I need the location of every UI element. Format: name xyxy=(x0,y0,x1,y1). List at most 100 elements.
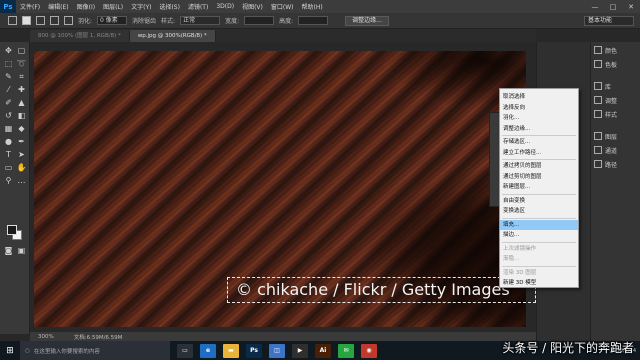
pen-tool-icon[interactable]: ✒ xyxy=(16,136,27,147)
style-select[interactable]: 正常 xyxy=(180,16,221,25)
edge-taskbar-icon[interactable]: e xyxy=(200,343,216,358)
dodge-tool-icon[interactable]: ● xyxy=(3,136,14,147)
illustrator-taskbar-icon[interactable]: Ai xyxy=(315,343,331,358)
add-selection-icon[interactable] xyxy=(36,16,45,25)
blur-tool-icon[interactable]: ◆ xyxy=(16,123,27,134)
wechat-taskbar-icon[interactable]: ✉ xyxy=(338,343,354,358)
foreground-color-swatch[interactable] xyxy=(7,225,17,235)
context-menu: 取消选择 选择反向 羽化... 调整边缘... 存储选区... 建立工作路径... 通过拷贝… xyxy=(499,88,579,288)
panel-layers[interactable]: 图层 xyxy=(594,130,640,142)
media-taskbar-icon[interactable]: ▶ xyxy=(292,343,308,358)
menu-image[interactable]: 图像(I) xyxy=(73,2,99,11)
task-view-taskbar-icon[interactable]: ▭ xyxy=(177,343,193,358)
explorer-taskbar-icon[interactable]: ▬ xyxy=(223,343,239,358)
menu-bar: Ps 文件(F) 编辑(E) 图像(I) 图层(L) 文字(Y) 选择(S) 滤… xyxy=(0,0,640,13)
panel-styles[interactable]: 样式 xyxy=(594,108,640,120)
menu-help[interactable]: 帮助(H) xyxy=(298,2,327,11)
eraser-tool-icon[interactable]: ◧ xyxy=(16,110,27,121)
menu-edit[interactable]: 编辑(E) xyxy=(44,2,72,11)
panel-label: 颜色 xyxy=(605,47,618,55)
feather-input[interactable]: 0 像素 xyxy=(97,16,128,25)
menu-separator xyxy=(502,159,576,160)
context-menu-item[interactable]: 羽化... xyxy=(500,113,578,124)
eyedropper-tool-icon[interactable]: ⁄ xyxy=(3,84,14,95)
context-menu-item[interactable]: 自由变换 xyxy=(500,196,578,207)
hand-tool-icon[interactable]: ✋ xyxy=(16,162,27,173)
context-menu-item: 渲染 3D 图层 xyxy=(503,269,537,276)
minimize-icon[interactable]: — xyxy=(586,3,604,11)
brush-tool-icon[interactable]: ✐ xyxy=(3,97,14,108)
zoom-tool-icon[interactable]: ⚲ xyxy=(3,175,14,186)
gradient-tool-icon[interactable]: ▦ xyxy=(3,123,14,134)
context-menu-item[interactable]: 取消选择 xyxy=(500,92,578,103)
more-tools-icon[interactable]: … xyxy=(16,175,27,186)
context-menu-item[interactable]: 调整边缘... xyxy=(500,124,578,135)
photoshop-taskbar-icon[interactable]: Ps xyxy=(246,343,262,358)
screen-mode-icon[interactable]: ▣ xyxy=(16,245,27,256)
tab-800[interactable]: 800 @ 100% (图层 1, RGB/8) * xyxy=(30,30,130,42)
context-menu-item[interactable]: 建立工作路径... xyxy=(500,148,578,159)
context-menu-item[interactable]: 描边... xyxy=(500,230,578,241)
subtract-selection-icon[interactable] xyxy=(50,16,59,25)
shape-tool-icon[interactable]: ▭ xyxy=(3,162,14,173)
document-size[interactable]: 文档:6.59M/6.59M xyxy=(74,333,123,341)
panel-adjustments[interactable]: 调整 xyxy=(594,94,640,106)
move-tool-icon[interactable]: ✥ xyxy=(3,45,14,56)
adjustments-panel-icon xyxy=(594,96,602,104)
intersect-selection-icon[interactable] xyxy=(64,16,73,25)
lasso-tool-icon[interactable]: ➰ xyxy=(16,58,27,69)
crop-tool-icon[interactable]: ⌗ xyxy=(16,71,27,82)
context-menu-item[interactable]: 填充... xyxy=(500,219,578,230)
panel-swatches[interactable]: 色板 xyxy=(594,58,640,70)
context-menu-item[interactable]: 新建 3D 模型 xyxy=(500,278,578,289)
workspace-select[interactable]: 基本功能 xyxy=(584,16,634,26)
context-menu-item[interactable]: 新建图层... xyxy=(500,182,578,193)
panel-libraries[interactable]: 库 xyxy=(594,80,640,92)
marquee-tool-icon[interactable]: ⬚ xyxy=(3,58,14,69)
path-select-tool-icon[interactable]: ➤ xyxy=(16,149,27,160)
new-selection-icon[interactable] xyxy=(22,16,31,25)
menu-3d[interactable]: 3D(D) xyxy=(212,3,238,10)
close-icon[interactable]: ✕ xyxy=(622,3,640,11)
search-placeholder: 在这里输入你要搜索的内容 xyxy=(33,348,100,355)
refine-edge-button[interactable]: 调整边缘... xyxy=(345,15,389,26)
panel-label: 色板 xyxy=(605,61,618,69)
height-input[interactable] xyxy=(298,16,329,25)
type-tool-icon[interactable]: T xyxy=(3,149,14,160)
windows-start-icon[interactable]: ⊞ xyxy=(0,341,20,360)
artboard-tool-icon[interactable]: ▢ xyxy=(16,45,27,56)
app-taskbar-icon[interactable]: ◉ xyxy=(361,343,377,358)
menu-filter[interactable]: 滤镜(T) xyxy=(184,2,212,11)
maximize-icon[interactable]: □ xyxy=(604,3,622,11)
menu-window[interactable]: 窗口(W) xyxy=(267,2,298,11)
context-menu-item[interactable]: 通过拷贝的图层 xyxy=(500,161,578,172)
menu-view[interactable]: 视图(V) xyxy=(238,2,267,11)
menu-layer[interactable]: 图层(L) xyxy=(99,2,127,11)
menu-select[interactable]: 选择(S) xyxy=(155,2,184,11)
panel-color[interactable]: 颜色 xyxy=(594,44,640,56)
history-brush-tool-icon[interactable]: ↺ xyxy=(3,110,14,121)
layers-panel-icon xyxy=(594,132,602,140)
menu-file[interactable]: 文件(F) xyxy=(16,2,44,11)
panel-channels[interactable]: 通道 xyxy=(594,144,640,156)
zoom-level[interactable]: 300% xyxy=(38,334,54,340)
antialias-label[interactable]: 消除锯齿 xyxy=(132,16,156,25)
context-menu-item[interactable]: 变换选区 xyxy=(500,206,578,217)
stamp-tool-icon[interactable]: ▲ xyxy=(16,97,27,108)
toolbox: ✥ ▢ ⬚ ➰ ✎ ⌗ ⁄ ✚ ✐ ▲ ↺ ◧ ▦ ◆ ● ✒ T ➤ ▭ ✋ … xyxy=(0,42,30,334)
context-menu-item[interactable]: 通过剪切的图层 xyxy=(500,172,578,183)
panel-label: 路径 xyxy=(605,161,618,169)
store-taskbar-icon[interactable]: ◫ xyxy=(269,343,285,358)
quick-mask-icon[interactable]: ◙ xyxy=(3,245,14,256)
width-input[interactable] xyxy=(244,16,275,25)
panel-paths[interactable]: 路径 xyxy=(594,158,640,170)
taskbar-search[interactable]: ○ 在这里输入你要搜索的内容 xyxy=(20,341,170,360)
context-menu-item[interactable]: 存储选区... xyxy=(500,137,578,148)
menu-separator xyxy=(502,217,576,219)
menu-type[interactable]: 文字(Y) xyxy=(127,2,155,11)
context-menu-item[interactable]: 选择反向 xyxy=(500,103,578,114)
marquee-tool-icon[interactable] xyxy=(8,16,17,25)
quick-select-tool-icon[interactable]: ✎ xyxy=(3,71,14,82)
tab-wp-jpg[interactable]: wp.jpg @ 300%(RGB/8) * xyxy=(129,30,216,42)
healing-tool-icon[interactable]: ✚ xyxy=(16,84,27,95)
